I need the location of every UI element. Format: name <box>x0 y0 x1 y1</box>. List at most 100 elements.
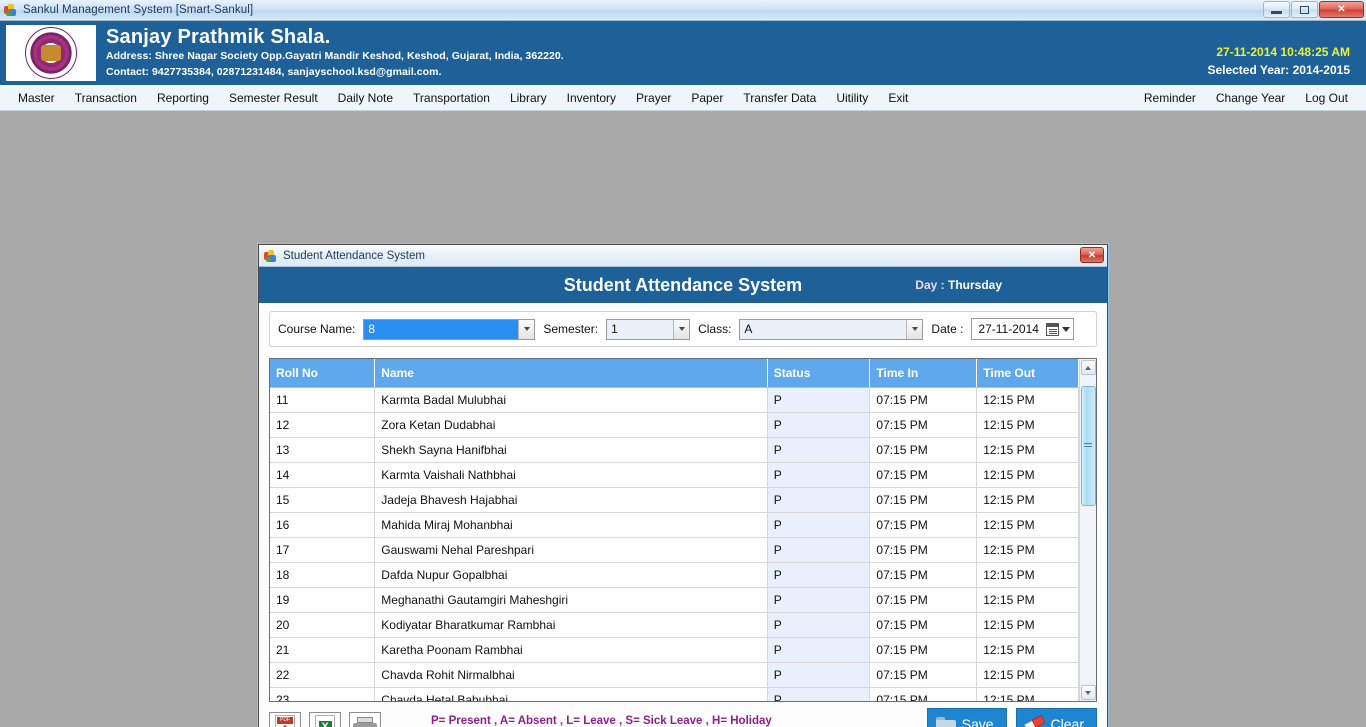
cell-roll-no[interactable]: 21 <box>270 637 376 663</box>
cell-roll-no[interactable]: 14 <box>270 462 376 488</box>
close-button[interactable]: ✕ <box>1319 1 1364 18</box>
menu-item-reporting[interactable]: Reporting <box>147 87 219 109</box>
semester-select[interactable]: 1 <box>606 318 691 340</box>
cell-time-in[interactable]: 07:15 PM <box>869 687 978 701</box>
cell-status[interactable]: P <box>767 487 871 513</box>
cell-name[interactable]: Gauswami Nehal Pareshpari <box>374 537 768 563</box>
cell-roll-no[interactable]: 13 <box>270 437 376 463</box>
cell-name[interactable]: Jadeja Bhavesh Hajabhai <box>374 487 768 513</box>
scrollbar-thumb[interactable] <box>1080 386 1096 506</box>
cell-roll-no[interactable]: 22 <box>270 662 376 688</box>
cell-name[interactable]: Meghanathi Gautamgiri Maheshgiri <box>374 587 768 613</box>
scrollbar-track[interactable] <box>1080 376 1096 684</box>
table-row[interactable]: 21 Karetha Poonam Rambhai P 07:15 PM 12:15 P… <box>270 637 1079 663</box>
chevron-down-icon[interactable] <box>518 319 535 339</box>
cell-time-in[interactable]: 07:15 PM <box>869 387 978 413</box>
cell-time-out[interactable]: 12:15 PM <box>976 512 1079 538</box>
cell-roll-no[interactable]: 15 <box>270 487 376 513</box>
cell-time-in[interactable]: 07:15 PM <box>869 662 978 688</box>
cell-time-in[interactable]: 07:15 PM <box>869 512 978 538</box>
cell-status[interactable]: P <box>767 462 871 488</box>
table-row[interactable]: 15 Jadeja Bhavesh Hajabhai P 07:15 PM 12:15 … <box>270 487 1079 513</box>
cell-time-out[interactable]: 12:15 PM <box>976 637 1079 663</box>
export-pdf-button[interactable] <box>269 712 301 727</box>
grid-vertical-scrollbar[interactable] <box>1079 359 1096 701</box>
menu-item-daily-note[interactable]: Daily Note <box>328 87 403 109</box>
menu-item-uitility[interactable]: Uitility <box>826 87 878 109</box>
menu-item-paper[interactable]: Paper <box>681 87 733 109</box>
table-row[interactable]: 13 Shekh Sayna Hanifbhai P 07:15 PM 12:15 PM <box>270 437 1079 463</box>
table-row[interactable]: 20 Kodiyatar Bharatkumar Rambhai P 07:15 PM… <box>270 612 1079 638</box>
cell-name[interactable]: Chavda Hetal Babubhai <box>374 687 768 701</box>
menu-item-log-out[interactable]: Log Out <box>1295 87 1358 109</box>
menu-item-transfer-data[interactable]: Transfer Data <box>733 87 826 109</box>
cell-status[interactable]: P <box>767 387 871 413</box>
menu-item-master[interactable]: Master <box>8 87 65 109</box>
cell-roll-no[interactable]: 16 <box>270 512 376 538</box>
menu-item-semester-result[interactable]: Semester Result <box>219 87 328 109</box>
menu-item-transaction[interactable]: Transaction <box>65 87 147 109</box>
cell-time-in[interactable]: 07:15 PM <box>869 412 978 438</box>
cell-status[interactable]: P <box>767 537 871 563</box>
cell-status[interactable]: P <box>767 587 871 613</box>
dialog-close-button[interactable]: ✕ <box>1080 247 1104 263</box>
menu-item-transportation[interactable]: Transportation <box>403 87 500 109</box>
cell-name[interactable]: Dafda Nupur Gopalbhai <box>374 562 768 588</box>
cell-roll-no[interactable]: 12 <box>270 412 376 438</box>
table-row[interactable]: 11 Karmta Badal Mulubhai P 07:15 PM 12:15 PM <box>270 387 1079 413</box>
date-picker[interactable]: 27-11-2014 <box>971 318 1075 340</box>
cell-status[interactable]: P <box>767 637 871 663</box>
cell-roll-no[interactable]: 19 <box>270 587 376 613</box>
menu-item-reminder[interactable]: Reminder <box>1134 87 1206 109</box>
chevron-down-icon[interactable] <box>906 319 923 339</box>
cell-time-in[interactable]: 07:15 PM <box>869 562 978 588</box>
cell-status[interactable]: P <box>767 662 871 688</box>
column-header-time-in[interactable]: Time In <box>869 359 978 388</box>
save-button[interactable]: Save <box>926 708 1007 727</box>
cell-time-in[interactable]: 07:15 PM <box>869 437 978 463</box>
cell-roll-no[interactable]: 23 <box>270 687 376 701</box>
table-row[interactable]: 22 Chavda Rohit Nirmalbhai P 07:15 PM 12:15 … <box>270 662 1079 688</box>
cell-name[interactable]: Karetha Poonam Rambhai <box>374 637 768 663</box>
cell-status[interactable]: P <box>767 612 871 638</box>
calendar-icon[interactable] <box>1046 322 1060 336</box>
chevron-down-icon[interactable] <box>1062 326 1071 332</box>
cell-name[interactable]: Chavda Rohit Nirmalbhai <box>374 662 768 688</box>
minimize-button[interactable] <box>1263 1 1290 18</box>
cell-time-out[interactable]: 12:15 PM <box>976 612 1079 638</box>
scroll-down-button[interactable] <box>1080 685 1096 700</box>
column-header-roll-no[interactable]: Roll No <box>270 359 376 388</box>
menu-item-prayer[interactable]: Prayer <box>626 87 681 109</box>
scroll-up-button[interactable] <box>1080 360 1096 375</box>
cell-name[interactable]: Zora Ketan Dudabhai <box>374 412 768 438</box>
table-row[interactable]: 16 Mahida Miraj Mohanbhai P 07:15 PM 12:15 P… <box>270 512 1079 538</box>
table-row[interactable]: 14 Karmta Vaishali Nathbhai P 07:15 PM 12:15… <box>270 462 1079 488</box>
maximize-button[interactable] <box>1291 1 1318 18</box>
cell-status[interactable]: P <box>767 412 871 438</box>
cell-roll-no[interactable]: 11 <box>270 387 376 413</box>
course-select[interactable]: 8 <box>363 318 536 340</box>
cell-name[interactable]: Mahida Miraj Mohanbhai <box>374 512 768 538</box>
cell-time-in[interactable]: 07:15 PM <box>869 462 978 488</box>
column-header-name[interactable]: Name <box>374 359 768 388</box>
cell-time-in[interactable]: 07:15 PM <box>869 637 978 663</box>
cell-roll-no[interactable]: 17 <box>270 537 376 563</box>
menu-item-inventory[interactable]: Inventory <box>557 87 626 109</box>
menu-item-library[interactable]: Library <box>500 87 557 109</box>
column-header-time-out[interactable]: Time Out <box>976 359 1079 388</box>
column-header-status[interactable]: Status <box>767 359 871 388</box>
table-row[interactable]: 18 Dafda Nupur Gopalbhai P 07:15 PM 12:15 PM <box>270 562 1079 588</box>
cell-name[interactable]: Karmta Badal Mulubhai <box>374 387 768 413</box>
cell-time-in[interactable]: 07:15 PM <box>869 587 978 613</box>
cell-roll-no[interactable]: 18 <box>270 562 376 588</box>
class-select[interactable]: A <box>739 318 924 340</box>
cell-time-in[interactable]: 07:15 PM <box>869 612 978 638</box>
export-excel-button[interactable] <box>309 712 341 727</box>
cell-time-out[interactable]: 12:15 PM <box>976 387 1079 413</box>
table-row[interactable]: 19 Meghanathi Gautamgiri Maheshgiri P 07:15… <box>270 587 1079 613</box>
cell-time-out[interactable]: 12:15 PM <box>976 487 1079 513</box>
table-row[interactable]: 17 Gauswami Nehal Pareshpari P 07:15 PM 12:1… <box>270 537 1079 563</box>
cell-time-out[interactable]: 12:15 PM <box>976 587 1079 613</box>
cell-status[interactable]: P <box>767 687 871 701</box>
cell-status[interactable]: P <box>767 562 871 588</box>
